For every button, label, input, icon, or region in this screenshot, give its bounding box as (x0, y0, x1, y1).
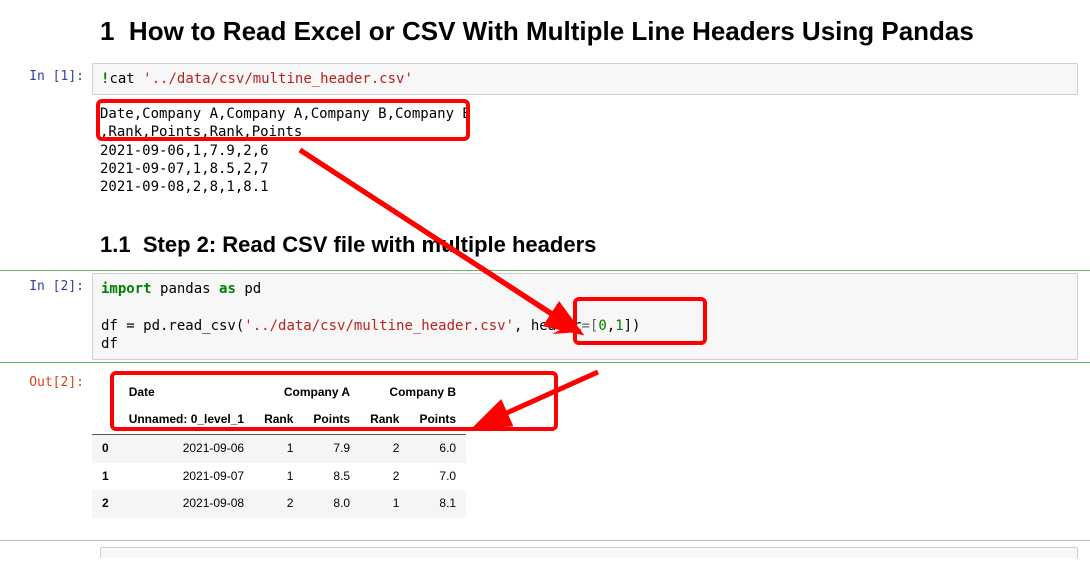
df-top-0: Date (119, 379, 254, 407)
output-text-1: Date,Company A,Company A,Company B,Compa… (92, 99, 1090, 202)
subsection-title: 1.1 Step 2: Read CSV file with multiple … (100, 232, 1090, 258)
row-idx: 0 (92, 435, 119, 463)
cell-date: 2021-09-08 (119, 490, 254, 518)
last-expr: df (101, 336, 118, 352)
c2: , (607, 318, 615, 334)
subsection-text: Step 2: Read CSV file with multiple head… (143, 232, 597, 257)
path-literal-2: '../data/csv/multine_header.csv' (244, 318, 514, 334)
cell-a-pts: 8.0 (303, 490, 360, 518)
output-prompt-blank-1 (0, 99, 92, 105)
section-title: How to Read Excel or CSV With Multiple L… (129, 16, 974, 46)
output-cell-1: Date,Company A,Company A,Company B,Compa… (0, 97, 1090, 204)
code-cell-2: In [2]: import pandas as pd df = pd.read… (0, 270, 1090, 363)
table-row: 0 2021-09-06 1 7.9 2 6.0 (92, 435, 466, 463)
cell-b-pts: 7.0 (409, 463, 466, 491)
code-input-2[interactable]: import pandas as pd df = pd.read_csv('..… (92, 273, 1078, 360)
kw-header: header (531, 318, 582, 334)
df-sub-3: Rank (360, 406, 409, 434)
kw-import: import (101, 281, 152, 297)
n0: 0 (598, 318, 606, 334)
df-sub-1: Rank (254, 406, 303, 434)
next-cell-stub (100, 547, 1078, 558)
cell-a-rank: 1 (254, 435, 303, 463)
cell-b-pts: 6.0 (409, 435, 466, 463)
code-cell-1: In [1]: !cat '../data/csv/multine_header… (0, 61, 1090, 97)
cell-date: 2021-09-06 (119, 435, 254, 463)
csv-line-0: Date,Company A,Company A,Company B,Compa… (100, 106, 471, 122)
csv-line-4: 2021-09-08,2,8,1,8.1 (100, 179, 269, 195)
dataframe-table: Date Company A Company B Unnamed: 0_leve… (92, 379, 466, 518)
input-prompt-2: In [2]: (0, 273, 92, 294)
csv-line-1: ,Rank,Points,Rank,Points (100, 124, 302, 140)
subsection-number: 1.1 (100, 232, 131, 257)
cell-b-pts: 8.1 (409, 490, 466, 518)
row-idx: 1 (92, 463, 119, 491)
output-cell-2: Out[2]: Date Company A Company B Unnamed… (0, 367, 1090, 526)
eq-bracket: =[ (581, 318, 598, 334)
df-top-2: Company B (360, 379, 466, 407)
code-input-1[interactable]: !cat '../data/csv/multine_header.csv' (92, 63, 1078, 95)
mod-pandas: pandas (160, 281, 211, 297)
alias-pd: pd (244, 281, 261, 297)
cell-a-rank: 1 (254, 463, 303, 491)
csv-line-3: 2021-09-07,1,8.5,2,7 (100, 161, 269, 177)
df-sub-0: Unnamed: 0_level_1 (119, 406, 254, 434)
comma: , (514, 318, 531, 334)
section-number: 1 (100, 16, 114, 46)
close: ]) (624, 318, 641, 334)
cell-date: 2021-09-07 (119, 463, 254, 491)
assign: df = pd.read_csv( (101, 318, 244, 334)
input-prompt-1: In [1]: (0, 63, 92, 84)
df-sub-4: Points (409, 406, 466, 434)
df-top-1: Company A (254, 379, 360, 407)
notebook: 1 How to Read Excel or CSV With Multiple… (0, 0, 1090, 578)
cell-b-rank: 2 (360, 435, 409, 463)
cell-a-rank: 2 (254, 490, 303, 518)
separator (0, 540, 1090, 541)
cmd-cat: cat (109, 71, 134, 87)
csv-line-2: 2021-09-06,1,7.9,2,6 (100, 143, 269, 159)
output-dataframe: Date Company A Company B Unnamed: 0_leve… (92, 369, 1090, 524)
row-idx: 2 (92, 490, 119, 518)
output-prompt-2: Out[2]: (0, 369, 92, 390)
table-row: 1 2021-09-07 1 8.5 2 7.0 (92, 463, 466, 491)
n1: 1 (615, 318, 623, 334)
page-title: 1 How to Read Excel or CSV With Multiple… (100, 16, 1090, 47)
df-sub-2: Points (303, 406, 360, 434)
table-row: 2 2021-09-08 2 8.0 1 8.1 (92, 490, 466, 518)
kw-as: as (219, 281, 236, 297)
cell-a-pts: 8.5 (303, 463, 360, 491)
cell-b-rank: 1 (360, 490, 409, 518)
cell-b-rank: 2 (360, 463, 409, 491)
path-literal-1: '../data/csv/multine_header.csv' (143, 71, 413, 87)
cell-a-pts: 7.9 (303, 435, 360, 463)
